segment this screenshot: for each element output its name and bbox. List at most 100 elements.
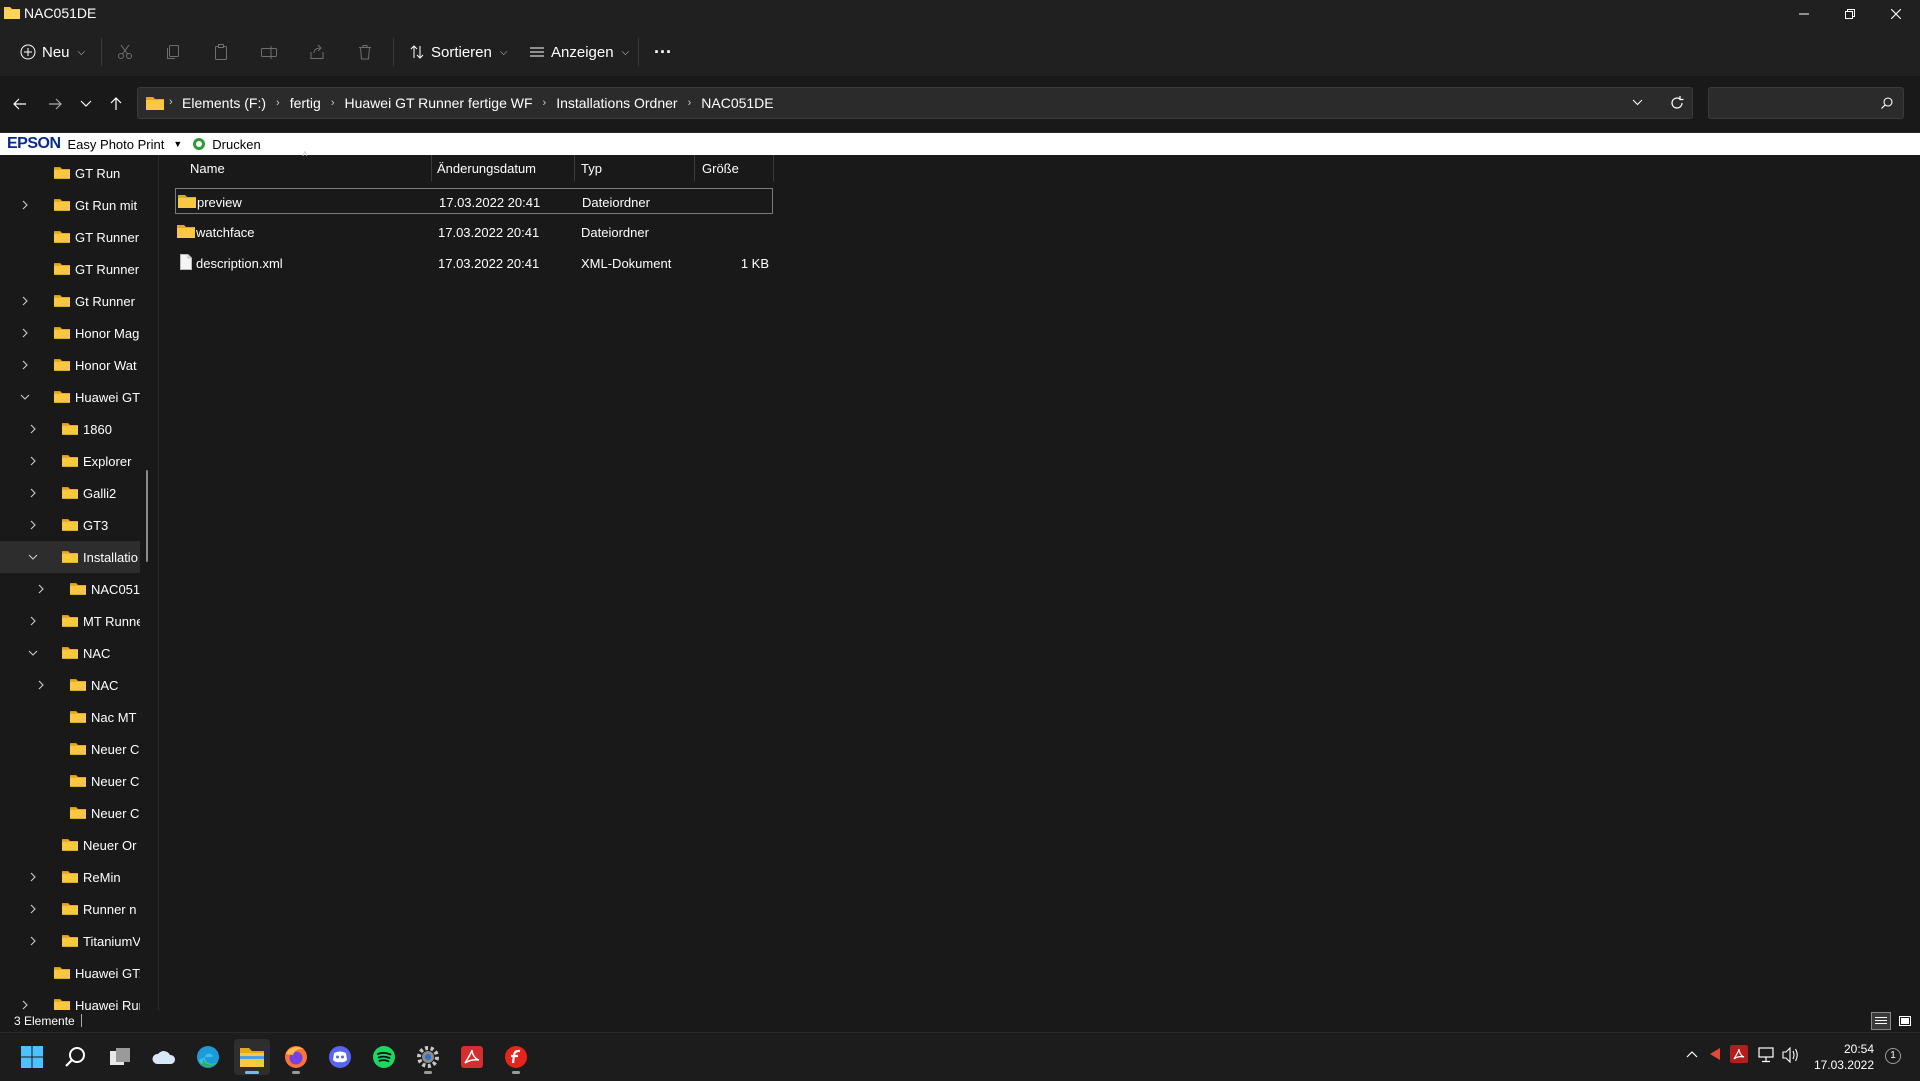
back-button[interactable] (6, 90, 34, 118)
search-box[interactable] (1708, 87, 1904, 119)
share-button[interactable] (309, 28, 325, 76)
sidebar-item[interactable]: Huawei Rur (0, 989, 140, 1010)
cut-button[interactable] (117, 28, 133, 76)
sidebar-item[interactable]: Galli2 (0, 477, 140, 509)
file-row-watchface[interactable]: watchface 17.03.2022 20:41 Dateiordner (175, 219, 773, 245)
chevron-down-icon[interactable] (28, 648, 40, 660)
up-button[interactable] (102, 90, 130, 118)
details-view-button[interactable] (1871, 1012, 1891, 1030)
taskbar-flash[interactable] (498, 1039, 534, 1075)
notification-badge[interactable]: 1 (1885, 1048, 1901, 1064)
taskbar-onedrive[interactable] (146, 1039, 182, 1075)
sidebar-item[interactable]: Gt Run mit (0, 189, 140, 221)
chevron-right-icon[interactable] (20, 296, 32, 308)
close-button[interactable] (1873, 0, 1919, 28)
tray-warning-icon[interactable] (1708, 1047, 1722, 1061)
minimize-button[interactable] (1781, 0, 1827, 28)
column-header-type[interactable]: Typ (581, 155, 602, 181)
chevron-down-icon[interactable] (28, 552, 40, 564)
sidebar-item[interactable]: Nac MT (0, 701, 140, 733)
chevron-right-icon[interactable] (28, 488, 40, 500)
taskbar-firefox[interactable] (278, 1039, 314, 1075)
sidebar-item[interactable]: Installatio (0, 541, 140, 573)
dropdown-arrow-icon[interactable]: ▼ (173, 139, 182, 149)
epson-app-button[interactable]: Easy Photo Print (68, 137, 165, 152)
file-row-preview[interactable]: preview 17.03.2022 20:41 Dateiordner (175, 188, 773, 214)
file-row-description[interactable]: description.xml 17.03.2022 20:41 XML-Dok… (175, 250, 773, 276)
taskbar-search-button[interactable] (58, 1039, 94, 1075)
chevron-right-icon[interactable] (20, 328, 32, 340)
taskbar-discord[interactable] (322, 1039, 358, 1075)
chevron-right-icon[interactable] (28, 520, 40, 532)
chevron-right-icon[interactable] (28, 904, 40, 916)
sidebar-item[interactable]: NAC (0, 637, 140, 669)
task-view-button[interactable] (102, 1039, 138, 1075)
sidebar-item[interactable]: NAC (0, 669, 140, 701)
column-divider[interactable] (773, 155, 774, 181)
breadcrumb-huawei[interactable]: Huawei GT Runner fertige WF (344, 95, 532, 111)
tiles-view-button[interactable] (1895, 1012, 1915, 1030)
sidebar-item[interactable]: MT Runne (0, 605, 140, 637)
breadcrumb-drive[interactable]: Elements (F:) (182, 95, 266, 111)
volume-icon[interactable] (1782, 1047, 1800, 1063)
chevron-right-icon[interactable] (20, 200, 32, 212)
new-button[interactable]: Neu ⌵ (20, 28, 85, 76)
chevron-right-icon[interactable] (28, 424, 40, 436)
search-icon[interactable] (1881, 97, 1893, 109)
address-history-chevron-icon[interactable] (1632, 99, 1643, 106)
chevron-right-icon[interactable] (28, 456, 40, 468)
tray-acrobat-icon[interactable] (1730, 1045, 1748, 1063)
breadcrumb-current[interactable]: NAC051DE (701, 95, 773, 111)
sidebar-item[interactable]: Runner n (0, 893, 140, 925)
breadcrumb-installations[interactable]: Installations Ordner (556, 95, 677, 111)
chevron-right-icon[interactable] (28, 616, 40, 628)
chevron-down-icon[interactable] (20, 392, 32, 404)
breadcrumb-fertig[interactable]: fertig (290, 95, 321, 111)
sidebar-item[interactable]: Neuer Or (0, 829, 140, 861)
view-button[interactable]: Anzeigen ⌵ (529, 28, 629, 76)
refresh-icon[interactable] (1670, 96, 1684, 110)
sidebar-item[interactable]: TitaniumV (0, 925, 140, 957)
column-divider[interactable] (694, 155, 695, 181)
column-header-name[interactable]: Name (190, 155, 225, 181)
sidebar-item[interactable]: Explorer (0, 445, 140, 477)
sidebar-item[interactable]: ReMin (0, 861, 140, 893)
delete-button[interactable] (357, 28, 373, 76)
chevron-right-icon[interactable] (20, 1000, 32, 1010)
forward-button[interactable] (41, 90, 69, 118)
sidebar-item[interactable]: Huawei GT: (0, 957, 140, 989)
sort-button[interactable]: Sortieren ⌵ (409, 28, 507, 76)
sidebar-item[interactable]: NAC051 (0, 573, 140, 605)
column-header-size[interactable]: Größe (702, 155, 739, 181)
sidebar-item[interactable]: GT Runner (0, 221, 140, 253)
sidebar-scrollbar[interactable] (146, 470, 148, 562)
sidebar-item[interactable]: Gt Runner (0, 285, 140, 317)
sidebar-item[interactable]: 1860 (0, 413, 140, 445)
chevron-right-icon[interactable] (36, 680, 48, 692)
sidebar-item[interactable]: GT3 (0, 509, 140, 541)
taskbar-file-explorer[interactable] (234, 1039, 270, 1075)
sidebar-item[interactable]: Neuer C (0, 733, 140, 765)
taskbar-spotify[interactable] (366, 1039, 402, 1075)
epson-print-button[interactable]: Drucken (192, 137, 261, 152)
column-header-date[interactable]: Änderungsdatum (437, 155, 536, 181)
more-options-button[interactable]: ··· (654, 28, 672, 76)
taskbar-acrobat[interactable] (454, 1039, 490, 1075)
sidebar-item[interactable]: Honor Mag (0, 317, 140, 349)
paste-button[interactable] (213, 28, 229, 76)
rename-button[interactable] (261, 28, 277, 76)
column-divider[interactable] (431, 155, 432, 181)
sidebar-item[interactable]: GT Run (0, 157, 140, 189)
recent-locations-button[interactable] (72, 90, 100, 118)
chevron-right-icon[interactable] (20, 360, 32, 372)
sidebar-item[interactable]: Neuer C (0, 765, 140, 797)
chevron-right-icon[interactable] (28, 936, 40, 948)
chevron-right-icon[interactable] (36, 584, 48, 596)
restore-button[interactable] (1827, 0, 1873, 28)
system-clock[interactable]: 20:54 17.03.2022 (1806, 1041, 1874, 1073)
sidebar-item[interactable]: Huawei GT (0, 381, 140, 413)
address-bar[interactable]: › Elements (F:) › fertig › Huawei GT Run… (137, 87, 1693, 119)
sidebar-item[interactable]: Neuer C (0, 797, 140, 829)
tray-overflow-chevron-icon[interactable] (1686, 1050, 1698, 1058)
chevron-right-icon[interactable] (28, 872, 40, 884)
